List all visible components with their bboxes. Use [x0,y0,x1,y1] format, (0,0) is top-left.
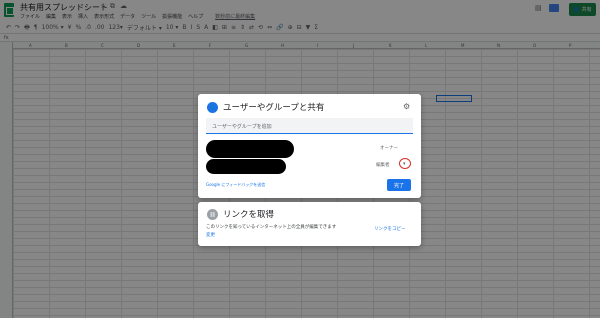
link-access-description: このリンクを知っているインターネット上の全員が編集できます [206,225,337,230]
share-dialog-title: ユーザーやグループと共有 [223,103,325,113]
add-person-icon: 👤 [207,102,218,113]
highlight-circle [399,158,411,169]
redacted-user-1 [206,140,294,158]
copy-link-button[interactable]: リンクをコピー [374,226,406,232]
feedback-link[interactable]: Google にフィードバックを送信 [206,182,265,188]
editor-role-label[interactable]: 編集者 [376,162,390,168]
get-link-title: リンクを取得 [223,210,275,220]
share-dialog: 👤 ユーザーやグループと共有 ⚙ ユーザーやグループを追加 オーナー 編集者 ▾… [198,94,421,198]
get-link-dialog: ⛓ リンクを取得 このリンクを知っているインターネット上の全員が編集できます 変… [198,202,421,246]
redacted-user-2 [206,159,286,174]
change-link-button[interactable]: 変更 [206,232,215,238]
add-people-input[interactable]: ユーザーやグループを追加 [206,118,413,134]
done-button[interactable]: 完了 [387,179,411,191]
owner-role-label: オーナー [380,146,398,151]
settings-gear-icon[interactable]: ⚙ [403,102,410,111]
link-icon: ⛓ [207,209,218,220]
add-people-placeholder: ユーザーやグループを追加 [212,124,272,130]
